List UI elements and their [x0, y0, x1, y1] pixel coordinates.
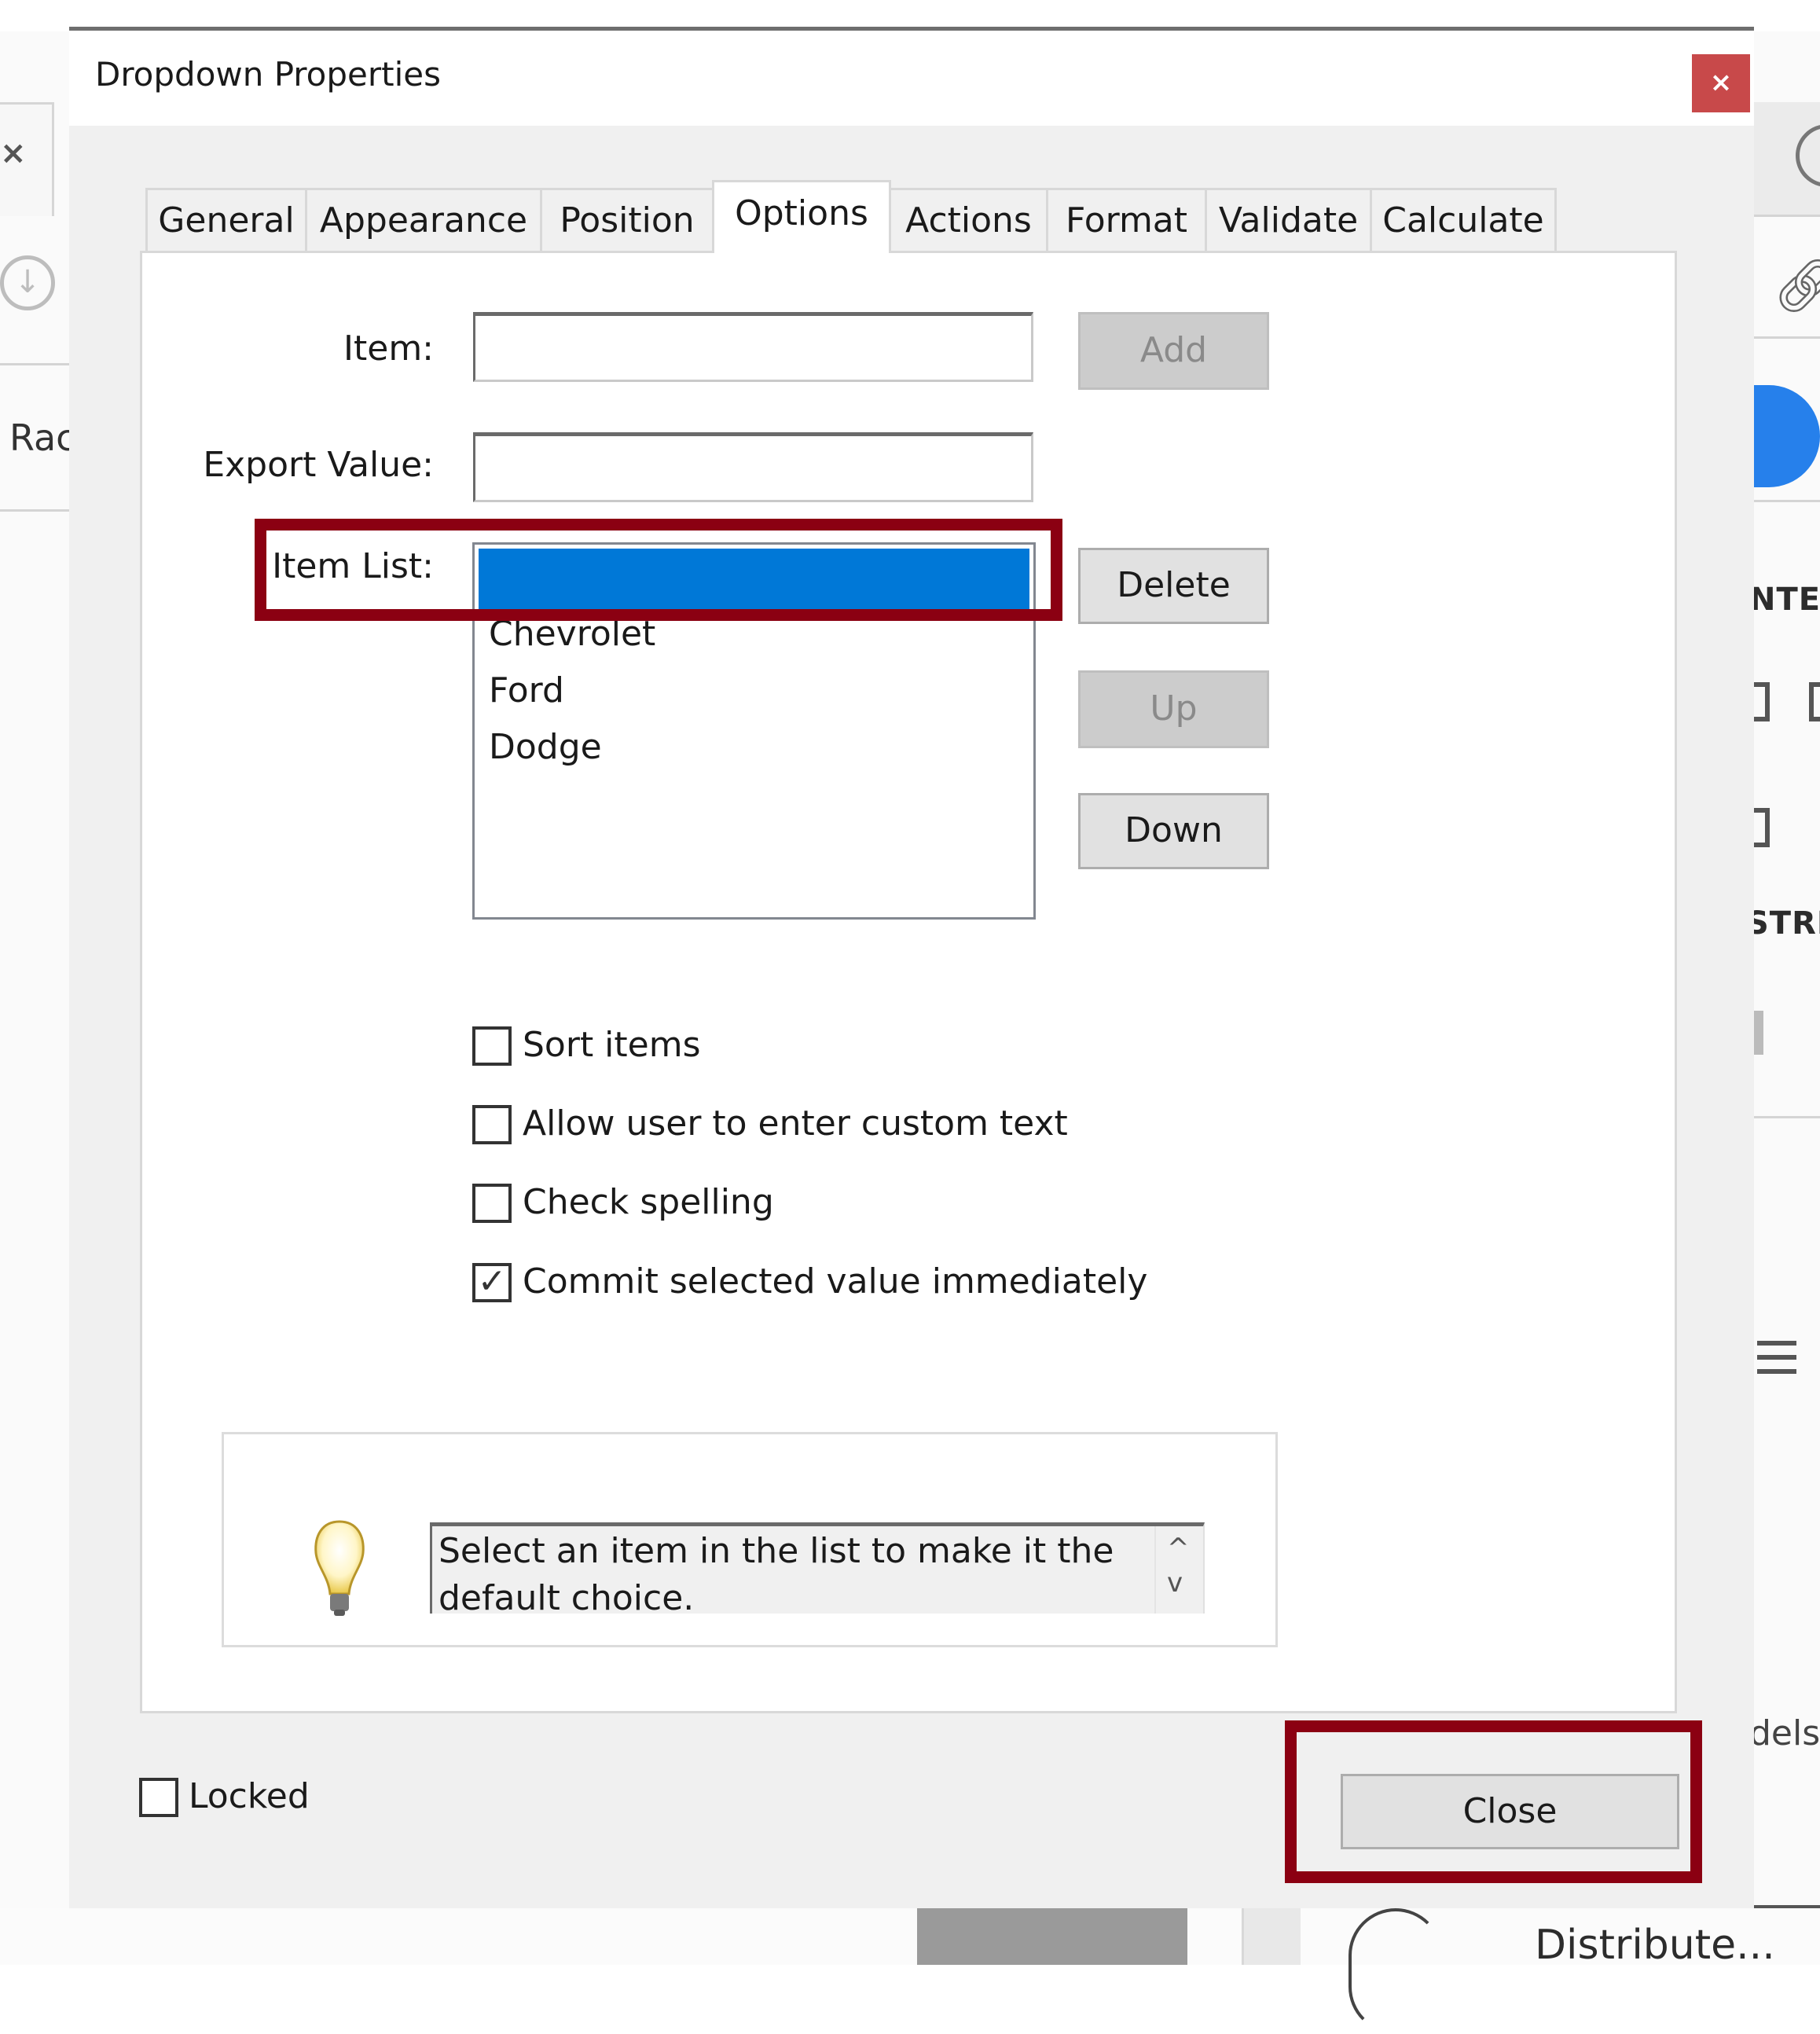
background-section-header: NTE	[1749, 582, 1820, 618]
text-align-icon[interactable]	[1757, 1341, 1796, 1346]
highlight-annotation-close	[1285, 1720, 1702, 1883]
divider	[1754, 1116, 1820, 1118]
check-spelling-checkbox[interactable]	[472, 1184, 512, 1223]
tab-actions[interactable]: Actions	[889, 188, 1048, 251]
distribute-button-label[interactable]: Distribute...	[1535, 1922, 1775, 1969]
tip-scrollbar[interactable]: ^ v	[1154, 1526, 1203, 1614]
background-section-header: STRI	[1746, 905, 1820, 942]
tab-options[interactable]: Options	[712, 180, 891, 253]
scroll-up-icon[interactable]: ^	[1167, 1533, 1190, 1564]
list-item[interactable]: Ford	[489, 670, 564, 710]
locked-label[interactable]: Locked	[189, 1776, 310, 1816]
background-partial-label: Rac	[9, 417, 76, 459]
close-icon: ×	[1709, 67, 1733, 98]
item-label: Item:	[343, 329, 434, 369]
export-value-input[interactable]	[473, 432, 1033, 502]
background-button-outline[interactable]	[1348, 1908, 1443, 2034]
tab-format[interactable]: Format	[1046, 188, 1207, 251]
divider	[0, 363, 69, 365]
background-left-panel	[0, 31, 69, 1933]
divider	[1754, 500, 1820, 502]
export-value-label: Export Value:	[203, 445, 434, 485]
divider	[0, 509, 69, 512]
tab-validate[interactable]: Validate	[1205, 188, 1372, 251]
commit-immediately-label[interactable]: Commit selected value immediately	[523, 1261, 1147, 1302]
allow-custom-text-checkbox[interactable]	[472, 1105, 512, 1144]
sort-items-checkbox[interactable]	[472, 1026, 512, 1066]
download-icon[interactable]: ↓	[0, 255, 55, 310]
background-gray-block	[917, 1908, 1187, 1965]
up-button[interactable]: Up	[1078, 670, 1269, 748]
scroll-down-icon[interactable]: v	[1167, 1567, 1183, 1599]
item-input[interactable]	[473, 312, 1033, 382]
tip-text: Select an item in the list to make it th…	[438, 1531, 1114, 1614]
allow-custom-text-label[interactable]: Allow user to enter custom text	[523, 1103, 1068, 1144]
divider	[1754, 336, 1820, 339]
down-button[interactable]: Down	[1078, 793, 1269, 869]
distribute-icon[interactable]	[1754, 1011, 1763, 1055]
dialog-close-button[interactable]: ×	[1692, 54, 1750, 112]
dialog-title: Dropdown Properties	[95, 55, 441, 94]
divider	[1242, 1908, 1301, 1965]
tab-appearance[interactable]: Appearance	[305, 188, 542, 251]
add-button[interactable]: Add	[1078, 312, 1269, 390]
tab-calculate[interactable]: Calculate	[1370, 188, 1557, 251]
background-tab-close-icon[interactable]: ×	[0, 135, 27, 171]
list-item[interactable]: Dodge	[489, 727, 602, 767]
commit-immediately-checkbox[interactable]: ✓	[472, 1263, 512, 1302]
sort-items-label[interactable]: Sort items	[523, 1025, 701, 1065]
check-spelling-label[interactable]: Check spelling	[523, 1182, 774, 1222]
background-partial-label: dels	[1749, 1713, 1820, 1753]
tip-text-box[interactable]: Select an item in the list to make it th…	[430, 1522, 1205, 1614]
align-icon[interactable]	[1809, 682, 1820, 721]
checkmark-icon: ✓	[477, 1261, 507, 1302]
lightbulb-icon	[306, 1518, 372, 1619]
background-right-panel	[1754, 31, 1820, 1933]
tab-position[interactable]: Position	[540, 188, 714, 251]
link-icon[interactable]: 🔗︎	[1773, 255, 1820, 317]
locked-checkbox[interactable]	[139, 1778, 178, 1817]
tab-general[interactable]: General	[145, 188, 307, 251]
highlight-annotation-item-list	[255, 519, 1062, 621]
delete-button[interactable]: Delete	[1078, 548, 1269, 624]
